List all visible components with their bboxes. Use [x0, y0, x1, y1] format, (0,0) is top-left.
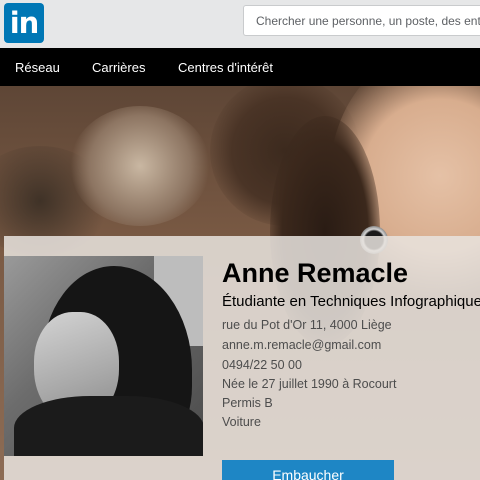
main-nav: Réseau Carrières Centres d'intérêt [0, 48, 480, 86]
profile-headline: Étudiante en Techniques Infographique [222, 293, 480, 310]
profile-vehicle: Voiture [222, 415, 261, 429]
linkedin-logo[interactable]: in [4, 3, 44, 43]
nav-item-carrieres[interactable]: Carrières [92, 60, 145, 75]
nav-item-reseau[interactable]: Réseau [15, 60, 60, 75]
cover-shape [70, 106, 210, 226]
search-input[interactable] [243, 5, 480, 36]
profile-photo [4, 256, 203, 456]
hire-button[interactable]: Embaucher [222, 460, 394, 480]
profile-license: Permis B [222, 396, 273, 410]
top-header: in [0, 0, 480, 48]
profile-phone: 0494/22 50 00 [222, 358, 302, 372]
profile-email[interactable]: anne.m.remacle@gmail.com [222, 338, 381, 352]
profile-card: Anne Remacle Étudiante en Techniques Inf… [4, 236, 480, 480]
nav-item-centres-interet[interactable]: Centres d'intérêt [178, 60, 273, 75]
photo-body [14, 396, 203, 456]
profile-birth: Née le 27 juillet 1990 à Rocourt [222, 377, 397, 391]
profile-name: Anne Remacle [222, 258, 409, 288]
profile-address: rue du Pot d'Or 11, 4000 Liège [222, 318, 392, 332]
